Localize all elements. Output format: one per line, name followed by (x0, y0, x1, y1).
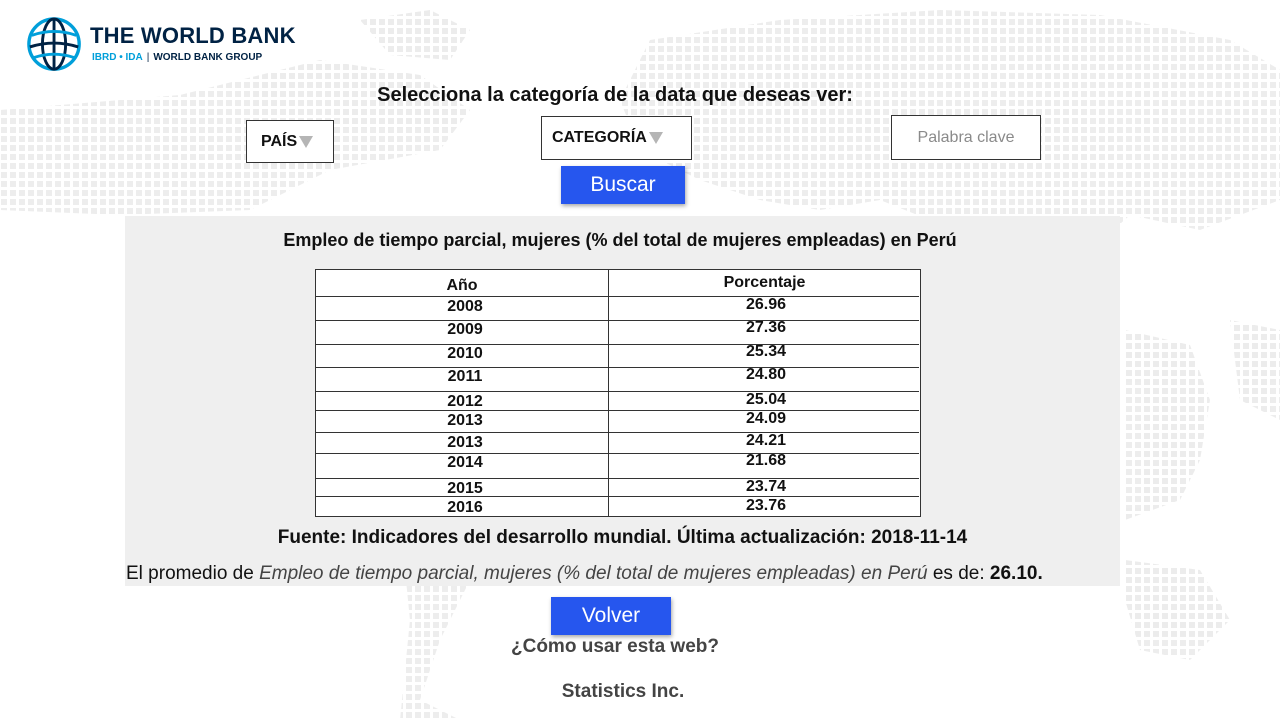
triangle-down-icon (299, 135, 314, 148)
keyword-input[interactable] (891, 115, 1041, 160)
table-cell-year: 2013 (447, 434, 483, 451)
average-mid: es de: (932, 563, 985, 584)
average-indicator: Empleo de tiempo parcial, mujeres (% del… (259, 563, 928, 584)
table-cell-percentage: 26.96 (745, 296, 787, 313)
table-cell-year: 2016 (447, 499, 483, 516)
table-cell-year: 2008 (447, 298, 483, 315)
logo-title: THE WORLD BANK (90, 23, 296, 48)
table-cell-percentage: 25.04 (745, 391, 787, 408)
table-cell-percentage: 24.21 (745, 432, 787, 449)
category-prompt: Selecciona la categoría de la data que d… (377, 84, 853, 106)
source-note: Fuente: Indicadores del desarrollo mundi… (277, 527, 968, 548)
logo-group: WORLD BANK GROUP (153, 52, 263, 63)
table-cell-percentage: 23.76 (745, 497, 787, 514)
table-cell-year: 2011 (447, 368, 483, 385)
table-cell-percentage: 23.74 (745, 478, 787, 495)
table-cell-percentage: 25.34 (745, 343, 787, 360)
table-cell-percentage: 24.80 (745, 366, 787, 383)
globe-logo-icon (27, 17, 81, 71)
average-value: 26.10. (989, 563, 1043, 584)
table-header-percentage: Porcentaje (723, 274, 806, 291)
logo-subtitle: IBRD • IDA | WORLD BANK GROUP (92, 52, 262, 63)
country-select-label: PAÍS (261, 132, 298, 150)
country-select[interactable]: PAÍS (246, 120, 334, 163)
world-bank-logo[interactable]: THE WORLD BANK IBRD • IDA | WORLD BANK GRO… (26, 16, 326, 76)
data-table: Año Porcentaje 2008 26.96 2009 27.36 2010 25.… (315, 269, 921, 517)
table-cell-year: 2013 (447, 412, 483, 429)
table-cell-year: 2012 (447, 393, 483, 410)
category-select-label: CATEGORÍA (552, 129, 647, 146)
back-button[interactable]: Volver (551, 597, 671, 635)
table-cell-percentage: 24.09 (745, 410, 787, 427)
average-summary: El promedio de Empleo de tiempo parcial,… (126, 563, 1126, 585)
table-cell-percentage: 21.68 (745, 452, 787, 469)
table-header-year: Año (446, 277, 478, 294)
logo-separator: | (146, 52, 150, 63)
table-cell-year: 2014 (447, 454, 483, 471)
help-link[interactable]: ¿Cómo usar esta web? (0, 636, 1230, 658)
average-prefix: El promedio de (126, 563, 254, 584)
table-cell-percentage: 27.36 (745, 319, 787, 336)
footer-credit: Statistics Inc. (561, 681, 685, 702)
result-title: Empleo de tiempo parcial, mujeres (% del… (283, 230, 957, 250)
table-cell-year: 2010 (447, 345, 483, 362)
category-select[interactable]: CATEGORÍA (541, 116, 692, 160)
logo-ibrd-ida: IBRD • IDA (92, 52, 143, 63)
table-cell-year: 2009 (447, 321, 483, 338)
search-button[interactable]: Buscar (561, 166, 685, 204)
triangle-down-icon (648, 132, 663, 144)
